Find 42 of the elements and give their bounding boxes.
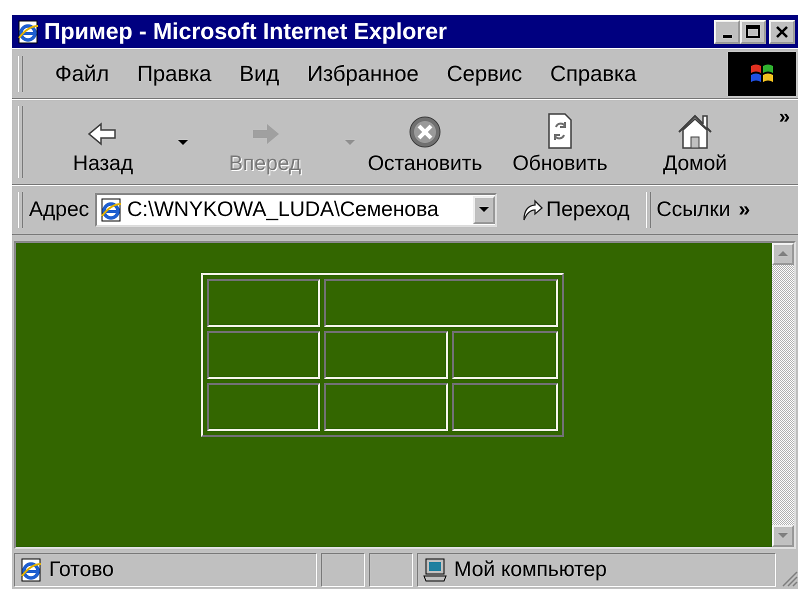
down-arrow-icon — [778, 533, 788, 539]
more-chevron[interactable]: » — [778, 106, 790, 129]
scroll-up-button[interactable] — [772, 243, 794, 265]
address-label: Адрес — [29, 198, 90, 222]
maximize-button[interactable] — [740, 20, 766, 44]
menu-item[interactable]: Сервис — [446, 58, 522, 88]
menu-item[interactable]: Избранное — [307, 58, 419, 88]
dropdown-button[interactable] — [473, 196, 496, 224]
go-button[interactable]: Переход — [519, 196, 632, 224]
toolbar-button[interactable]: Обновить — [500, 106, 620, 178]
status-pane — [321, 553, 365, 587]
toolbar-button[interactable]: Остановить — [360, 106, 490, 178]
status-pane — [369, 553, 413, 587]
dropdown-caret-icon[interactable] — [178, 140, 188, 145]
resize-grip-icon[interactable] — [780, 569, 798, 587]
minimize-button[interactable] — [714, 20, 740, 44]
windows-flag-logo — [728, 52, 796, 96]
links-button[interactable]: Ссылки — [656, 198, 730, 222]
menu-item[interactable]: Вид — [239, 58, 280, 88]
close-icon — [775, 24, 789, 38]
more-chevron[interactable]: » — [738, 198, 750, 222]
close-button[interactable] — [769, 20, 795, 44]
up-arrow-icon — [778, 251, 788, 257]
status-text: Готово — [49, 558, 114, 582]
window-title: Пример - Microsoft Internet Explorer — [44, 18, 448, 45]
computer-icon — [422, 558, 448, 582]
caret-icon — [479, 207, 490, 213]
menu-item[interactable]: Правка — [137, 58, 212, 88]
menu-item[interactable]: Справка — [550, 58, 636, 88]
minimize-icon — [722, 34, 732, 38]
maximize-icon — [746, 24, 760, 38]
scroll-down-button[interactable] — [772, 525, 794, 547]
scrollbar[interactable] — [772, 243, 794, 547]
curved-arrow-icon — [521, 198, 544, 222]
page-icon — [99, 198, 124, 222]
toolbar-button[interactable]: Назад — [53, 106, 153, 178]
page-icon — [19, 558, 43, 582]
browser-logo-icon — [16, 20, 40, 44]
toolbar-button[interactable]: Домой — [640, 106, 750, 178]
menu-item[interactable]: Файл — [55, 58, 110, 88]
address-field[interactable]: C:\WNYKOWA_LUDA\Семенова — [95, 193, 498, 227]
zone-text: Мой компьютер — [454, 558, 607, 582]
